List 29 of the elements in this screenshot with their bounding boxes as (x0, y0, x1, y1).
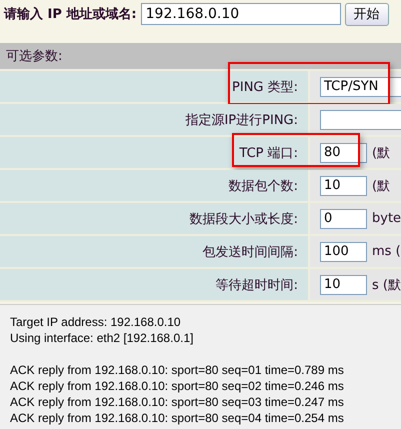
section-title: 可选参数: (6, 48, 62, 65)
log-line: ACK reply from 192.168.0.10: sport=80 seq=01 time=0.789 ms (10, 362, 345, 378)
field-label: 数据包个数: (228, 178, 298, 194)
field-label: PING 类型: (232, 78, 298, 96)
unit-label: (默 (372, 178, 390, 194)
input-field[interactable]: 10 (320, 274, 367, 294)
input-field[interactable] (320, 110, 401, 130)
input-field[interactable]: 100 (320, 242, 367, 262)
address-label: 请输入 IP 地址或域名: (4, 6, 137, 23)
input-field[interactable]: 10 (320, 176, 367, 196)
start-button[interactable]: 开始 (344, 2, 389, 26)
log-line: ACK reply from 192.168.0.10: sport=80 seq=03 time=0.247 ms (10, 394, 345, 410)
log-line: ACK reply from 192.168.0.10: sport=80 seq=02 time=0.246 ms (10, 378, 345, 394)
field-label: 指定源IP进行PING: (185, 112, 298, 128)
input-field[interactable]: 80 (320, 142, 367, 162)
log-line: Target IP address: 192.168.0.10 (10, 314, 182, 330)
address-input[interactable]: 192.168.0.10 (140, 3, 341, 25)
log-line: ACK reply from 192.168.0.10: sport=80 seq=04 time=0.254 ms (10, 410, 345, 426)
field-label: 包发送时间间隔: (202, 244, 298, 260)
unit-label: byte (372, 211, 401, 226)
input-field[interactable]: 0 (320, 208, 367, 228)
unit-label: ms ( (372, 244, 401, 259)
input-field[interactable]: TCP/SYN (320, 76, 401, 96)
log-line: Using interface: eth2 [192.168.0.1] (10, 330, 194, 346)
unit-label: s (默 (372, 276, 401, 294)
field-label: 等待超时时间: (216, 276, 298, 294)
field-label: 数据段大小或长度: (190, 210, 298, 228)
unit-label: (默 (372, 144, 390, 162)
field-label: TCP 端口: (239, 144, 298, 162)
